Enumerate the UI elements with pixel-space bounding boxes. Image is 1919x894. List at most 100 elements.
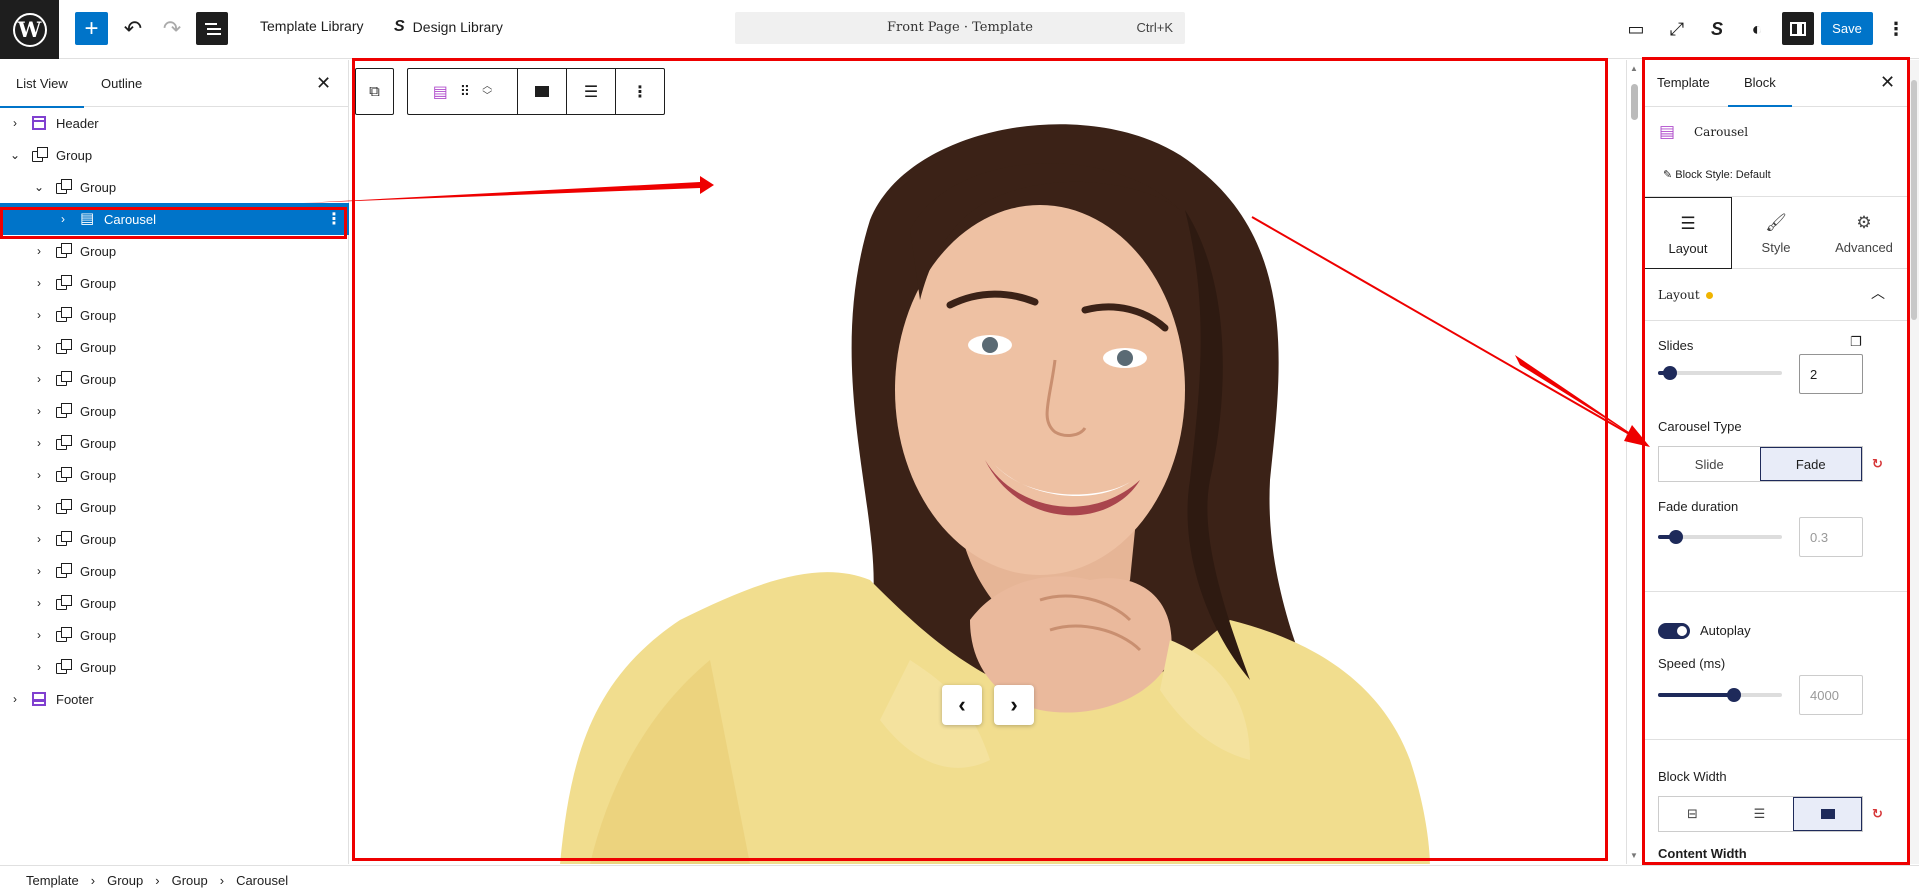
- list-item[interactable]: › Group: [0, 491, 349, 523]
- list-item[interactable]: › Header: [0, 107, 349, 139]
- close-list-view-button[interactable]: ✕: [316, 73, 331, 94]
- breadcrumb-item[interactable]: Group: [107, 873, 143, 888]
- tab-style[interactable]: 🖌 Style: [1732, 197, 1820, 269]
- redo-button[interactable]: ↷: [157, 12, 187, 45]
- options-menu-button[interactable]: ⋮: [1882, 15, 1910, 43]
- command-palette-button[interactable]: Front Page · Template Ctrl+K: [735, 12, 1185, 44]
- list-item[interactable]: › Group: [0, 555, 349, 587]
- sidebar-scrollbar-thumb[interactable]: [1911, 80, 1917, 320]
- chevron-down-icon[interactable]: ⌄: [8, 148, 22, 162]
- drag-handle-icon[interactable]: ⠿: [460, 83, 470, 100]
- sidebar-scrollbar[interactable]: [1909, 60, 1919, 864]
- autoplay-toggle[interactable]: [1658, 623, 1690, 639]
- slides-slider-knob[interactable]: [1663, 366, 1677, 380]
- list-item[interactable]: ⌄ Group: [0, 139, 349, 171]
- chevron-right-icon[interactable]: ›: [8, 692, 22, 706]
- chevron-right-icon[interactable]: ›: [32, 532, 46, 546]
- block-switcher[interactable]: ▤ ⠿ ︿ ﹀: [408, 69, 518, 114]
- block-inserter-button[interactable]: +: [75, 12, 108, 45]
- tab-list-view[interactable]: List View: [0, 76, 84, 108]
- chevron-right-icon[interactable]: ›: [32, 404, 46, 418]
- chevron-down-icon[interactable]: ⌄: [32, 180, 46, 194]
- close-sidebar-button[interactable]: ✕: [1880, 72, 1895, 93]
- carousel-type-fade[interactable]: Fade: [1759, 447, 1862, 481]
- list-item[interactable]: › Group: [0, 267, 349, 299]
- fullscreen-button[interactable]: ⤢: [1663, 15, 1691, 43]
- block-style-button[interactable]: ✎ Block Style: Default: [1663, 168, 1771, 181]
- chevron-right-icon[interactable]: ›: [32, 660, 46, 674]
- design-library-button[interactable]: S Design Library: [394, 18, 503, 36]
- list-item[interactable]: › Group: [0, 235, 349, 267]
- breadcrumb-item[interactable]: Template: [26, 873, 79, 888]
- chevron-right-icon[interactable]: ›: [32, 468, 46, 482]
- tab-template[interactable]: Template: [1657, 75, 1710, 90]
- chevron-right-icon[interactable]: ›: [32, 340, 46, 354]
- slides-slider[interactable]: [1658, 366, 1782, 380]
- chevron-right-icon[interactable]: ›: [32, 276, 46, 290]
- desktop-preview-button[interactable]: ▭: [1622, 15, 1650, 43]
- list-item[interactable]: › Group: [0, 395, 349, 427]
- list-item-selected[interactable]: › ▤ Carousel ⋮: [0, 203, 349, 235]
- chevron-right-icon[interactable]: ›: [56, 212, 70, 226]
- tab-block[interactable]: Block: [1728, 75, 1792, 107]
- stackable-button[interactable]: S: [1703, 15, 1731, 43]
- block-width-full[interactable]: [1793, 797, 1862, 831]
- align-button[interactable]: ☰: [567, 69, 616, 114]
- block-width-button[interactable]: [518, 69, 567, 114]
- chevron-right-icon[interactable]: ›: [32, 628, 46, 642]
- styles-button[interactable]: ◐: [1743, 15, 1771, 43]
- chevron-right-icon[interactable]: ›: [8, 116, 22, 130]
- list-item[interactable]: › Group: [0, 587, 349, 619]
- list-item[interactable]: › Group: [0, 651, 349, 683]
- chevron-right-icon[interactable]: ›: [32, 596, 46, 610]
- reset-carousel-type-button[interactable]: ↻: [1872, 456, 1883, 472]
- speed-slider-knob[interactable]: [1727, 688, 1741, 702]
- list-item[interactable]: › Group: [0, 523, 349, 555]
- document-overview-button[interactable]: [196, 12, 228, 45]
- fade-duration-slider[interactable]: [1658, 530, 1782, 544]
- list-item[interactable]: › Group: [0, 459, 349, 491]
- carousel-type-slide[interactable]: Slide: [1659, 447, 1760, 481]
- carousel-next-button[interactable]: ›: [994, 685, 1034, 725]
- fade-duration-input[interactable]: 0.3: [1799, 517, 1863, 557]
- list-item[interactable]: › Group: [0, 331, 349, 363]
- chevron-right-icon[interactable]: ›: [32, 372, 46, 386]
- list-item[interactable]: ⌄ Group: [0, 171, 349, 203]
- template-library-button[interactable]: Template Library: [260, 18, 364, 34]
- canvas-scrollbar[interactable]: ▲ ▼: [1626, 60, 1642, 864]
- wordpress-logo-button[interactable]: W: [0, 0, 59, 59]
- list-item[interactable]: › Group: [0, 363, 349, 395]
- tab-advanced[interactable]: ⚙ Advanced: [1820, 197, 1907, 269]
- undo-button[interactable]: ↶: [118, 12, 148, 45]
- speed-slider[interactable]: [1658, 688, 1782, 702]
- speed-input[interactable]: 4000: [1799, 675, 1863, 715]
- editor-canvas[interactable]: ⧉ ▤ ⠿ ︿ ﹀ ☰ ⋮ ‹ ›: [350, 60, 1626, 864]
- list-item[interactable]: › Group: [0, 299, 349, 331]
- carousel-prev-button[interactable]: ‹: [942, 685, 982, 725]
- more-vertical-icon[interactable]: ⋮: [326, 209, 342, 229]
- tab-layout[interactable]: ☰ Layout: [1644, 197, 1732, 269]
- block-width-default[interactable]: ⊟: [1659, 797, 1726, 831]
- chevron-right-icon[interactable]: ›: [32, 436, 46, 450]
- chevron-right-icon[interactable]: ›: [32, 564, 46, 578]
- list-item[interactable]: › Footer: [0, 683, 349, 715]
- chevron-right-icon[interactable]: ›: [32, 500, 46, 514]
- move-up-down-icon[interactable]: ︿ ﹀: [482, 81, 492, 102]
- chevron-right-icon[interactable]: ›: [32, 244, 46, 258]
- tab-outline[interactable]: Outline: [101, 76, 142, 91]
- settings-toggle-button[interactable]: [1782, 12, 1814, 45]
- copy-slides-icon[interactable]: ❐: [1850, 334, 1862, 350]
- list-item[interactable]: › Group: [0, 619, 349, 651]
- reset-block-width-button[interactable]: ↻: [1872, 806, 1883, 822]
- list-item[interactable]: › Group: [0, 427, 349, 459]
- canvas-scrollbar-thumb[interactable]: [1631, 84, 1638, 120]
- fade-duration-slider-knob[interactable]: [1669, 530, 1683, 544]
- save-button[interactable]: Save: [1821, 12, 1873, 45]
- breadcrumb-item[interactable]: Group: [172, 873, 208, 888]
- layout-panel-toggle[interactable]: Layout ︿: [1644, 269, 1907, 321]
- block-width-wide[interactable]: ☰: [1726, 797, 1793, 831]
- block-options-button[interactable]: ⋮: [616, 69, 664, 114]
- chevron-right-icon[interactable]: ›: [32, 308, 46, 322]
- slides-input[interactable]: 2: [1799, 354, 1863, 394]
- select-parent-button[interactable]: ⧉: [356, 69, 393, 114]
